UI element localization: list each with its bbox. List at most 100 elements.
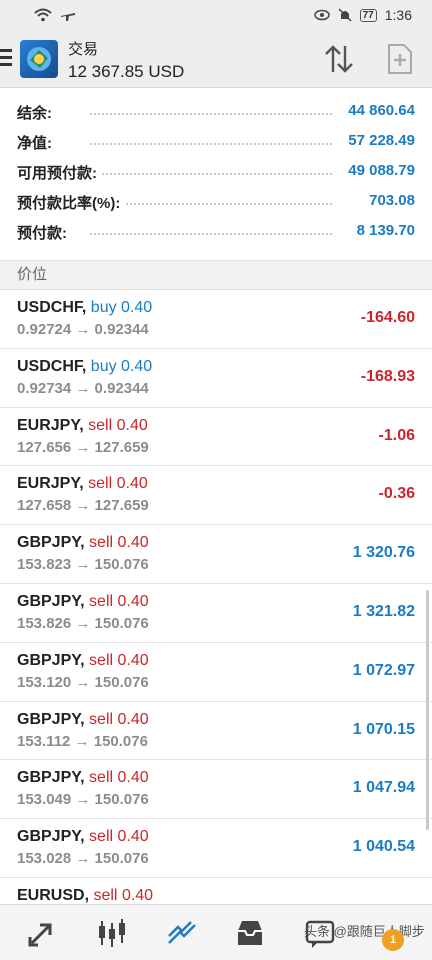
position-side: sell	[89, 534, 114, 552]
position-row[interactable]: GBPJPY, sell 0.40 153.823 → 150.076 1 320.…	[0, 525, 432, 584]
position-header: EURJPY, sell 0.40	[17, 475, 148, 493]
summary-value: 57 228.49	[342, 132, 415, 149]
position-symbol: EURJPY,	[17, 416, 84, 434]
account-summary: 结余: 44 860.64 净值: 57 228.49 可用预付款: 49 088.79 预…	[0, 89, 432, 260]
dotted-leader	[90, 233, 332, 235]
position-symbol: GBPJPY,	[17, 710, 85, 728]
position-side: sell	[89, 828, 114, 846]
toolbar: 交易 12 367.85 USD	[0, 30, 432, 88]
position-symbol: GBPJPY,	[17, 828, 85, 846]
menu-icon[interactable]	[0, 49, 12, 67]
position-symbol: USDCHF,	[17, 299, 87, 316]
position-header: GBPJPY, sell 0.40	[17, 534, 149, 552]
position-header: GBPJPY, sell 0.40	[17, 711, 149, 729]
page-title: 交易	[68, 41, 99, 58]
chart-icon[interactable]	[96, 917, 128, 949]
position-side: sell	[88, 475, 113, 493]
position-profit: 1 321.82	[352, 602, 415, 620]
position-header: USDCHF, buy 0.40	[17, 358, 152, 376]
status-right: 77 1:36	[313, 7, 412, 23]
history-icon[interactable]	[234, 917, 266, 949]
watermark: 头条 @跟随巨人脚步	[304, 924, 425, 939]
position-volume: 0.40	[116, 475, 148, 493]
position-symbol: GBPJPY,	[17, 651, 85, 669]
status-left	[34, 7, 76, 23]
position-side: buy	[90, 299, 117, 316]
position-prices: 153.826 → 150.076	[17, 614, 149, 632]
position-row[interactable]: EURJPY, sell 0.40 127.656 → 127.659 -1.06	[0, 408, 432, 467]
positions-section-header: 价位	[0, 260, 432, 290]
summary-row: 净值: 57 228.49	[0, 126, 432, 156]
summary-row: 预付款比率(%): 703.08	[0, 186, 432, 216]
mute-bell-icon	[338, 8, 352, 22]
position-header: EURUSD, sell 0.40	[17, 887, 153, 904]
position-row[interactable]: GBPJPY, sell 0.40 153.826 → 150.076 1 321.…	[0, 584, 432, 643]
summary-row: 结余: 44 860.64	[0, 96, 432, 126]
position-symbol: USDCHF,	[17, 357, 87, 375]
position-row[interactable]: GBPJPY, sell 0.40 153.112 → 150.076 1 070.…	[0, 702, 432, 761]
airplane-mode-icon	[61, 13, 75, 21]
position-volume: 0.40	[121, 886, 154, 904]
position-prices: 153.112 → 150.076	[17, 732, 148, 750]
position-prices: 0.92734 → 0.92344	[17, 379, 149, 397]
position-header: GBPJPY, sell 0.40	[17, 652, 149, 670]
position-prices: 0.92724 → 0.92344	[17, 321, 149, 338]
position-profit: 1 070.15	[352, 720, 415, 738]
position-header: GBPJPY, sell 0.40	[17, 769, 149, 787]
position-header: GBPJPY, sell 0.40	[17, 593, 149, 611]
quotes-icon[interactable]	[26, 917, 58, 949]
dotted-leader	[90, 173, 332, 175]
dotted-leader	[90, 143, 332, 145]
position-side: sell	[88, 416, 113, 434]
position-profit: 1 072.97	[352, 661, 415, 679]
position-prices: 153.028 → 150.076	[17, 850, 149, 868]
eye-icon	[313, 9, 330, 21]
summary-row: 预付款: 8 139.70	[0, 216, 432, 246]
position-volume: 0.40	[117, 710, 149, 728]
battery-level: 77	[359, 8, 377, 22]
dotted-leader	[90, 203, 332, 205]
account-balance: 12 367.85 USD	[68, 62, 185, 81]
new-order-icon[interactable]	[386, 43, 414, 75]
position-header: USDCHF, buy 0.40	[17, 299, 152, 317]
position-volume: 0.40	[121, 299, 153, 316]
position-side: sell	[89, 710, 114, 728]
position-symbol: EURJPY,	[17, 475, 84, 493]
sort-icon[interactable]	[322, 42, 356, 76]
position-header: GBPJPY, sell 0.40	[17, 828, 149, 846]
position-prices: 153.823 → 150.076	[17, 556, 149, 574]
bottom-nav: 头条 @跟随巨人脚步 1	[0, 904, 432, 960]
position-prices: 127.656 → 127.659	[17, 438, 149, 456]
position-side: buy	[90, 357, 117, 375]
trade-icon[interactable]	[166, 917, 198, 949]
position-volume: 0.40	[117, 534, 149, 552]
position-row[interactable]: GBPJPY, sell 0.40 153.120 → 150.076 1 072.…	[0, 643, 432, 702]
position-row[interactable]: GBPJPY, sell 0.40 153.049 → 150.076 1 047.…	[0, 760, 432, 820]
position-profit: 1 320.76	[352, 544, 415, 562]
position-volume: 0.40	[117, 592, 149, 610]
scrollbar[interactable]	[426, 590, 429, 830]
summary-value: 44 860.64	[342, 102, 415, 119]
position-row[interactable]: USDCHF, buy 0.40 0.92734 → 0.92344 -168.93	[0, 349, 432, 408]
summary-label: 预付款:	[17, 222, 71, 243]
summary-row: 可用预付款: 49 088.79	[0, 156, 432, 186]
position-volume: 0.40	[117, 769, 149, 787]
position-side: sell	[89, 592, 114, 610]
summary-label: 预付款比率(%):	[17, 192, 125, 213]
dotted-leader	[90, 113, 332, 115]
position-row[interactable]: EURJPY, sell 0.40 127.658 → 127.659 -0.36	[0, 466, 432, 526]
position-volume: 0.40	[116, 416, 148, 434]
position-side: sell	[93, 886, 118, 904]
position-row[interactable]: USDCHF, buy 0.40 0.92724 → 0.92344 -164.60	[0, 290, 432, 349]
position-side: sell	[89, 769, 114, 787]
position-profit: -164.60	[360, 309, 415, 326]
position-profit: -1.06	[378, 426, 415, 444]
wifi-icon	[34, 8, 52, 22]
position-volume: 0.40	[117, 651, 149, 669]
position-row[interactable]: GBPJPY, sell 0.40 153.028 → 150.076 1 040.…	[0, 819, 432, 878]
position-profit: -168.93	[360, 367, 415, 385]
position-side: sell	[89, 651, 114, 669]
position-symbol: GBPJPY,	[17, 534, 85, 552]
position-row[interactable]: EURUSD, sell 0.40	[0, 878, 432, 904]
summary-value: 49 088.79	[342, 162, 415, 179]
